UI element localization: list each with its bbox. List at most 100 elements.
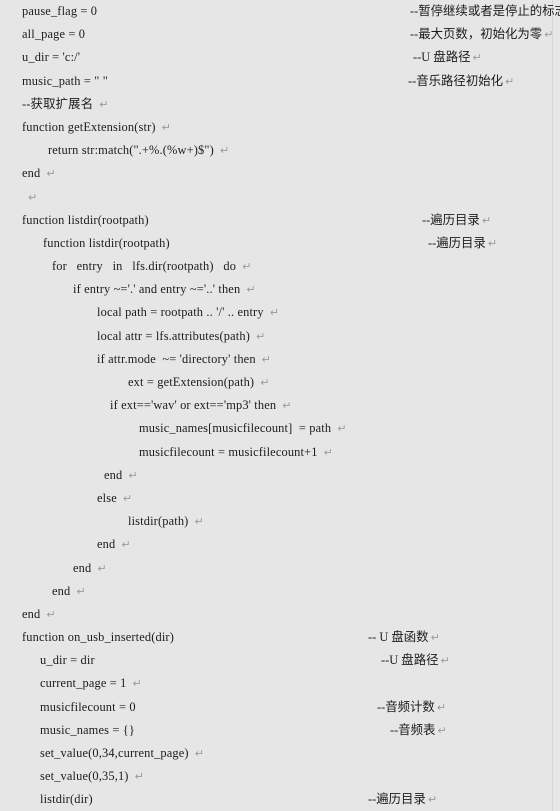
code-line: u_dir = dir --U 盘路径 ↵ bbox=[0, 649, 560, 672]
inline-comment: -- U 盘函数 ↵ bbox=[368, 630, 440, 645]
code-text: music_names[musicfilecount] = path ↵ bbox=[139, 421, 347, 436]
paragraph-mark: ↵ bbox=[128, 468, 138, 482]
paragraph-mark: ↵ bbox=[481, 213, 492, 227]
paragraph-mark: ↵ bbox=[46, 167, 56, 181]
inline-comment: --遍历目录 ↵ bbox=[428, 235, 498, 250]
code-text: end ↵ bbox=[104, 467, 138, 482]
code-text: return str:match(".+%.(%w+)$") ↵ bbox=[48, 143, 230, 158]
paragraph-mark: ↵ bbox=[282, 399, 292, 413]
code-line: ↵ bbox=[0, 186, 560, 209]
paragraph-mark: ↵ bbox=[437, 723, 447, 737]
paragraph-mark: ↵ bbox=[161, 120, 172, 134]
paragraph-mark: ↵ bbox=[544, 28, 554, 42]
code-line: musicfilecount = 0 --音频计数 ↵ bbox=[0, 696, 560, 719]
code-text: end ↵ bbox=[97, 537, 131, 552]
document-page: pause_flag = 0 --暂停继续或者是停止的标志位↵ all_page =… bbox=[0, 0, 560, 811]
inline-comment: --最大页数，初始化为零 ↵ bbox=[410, 27, 554, 42]
code-line: local attr = lfs.attributes(path) ↵ bbox=[0, 325, 560, 348]
code-text: end ↵ bbox=[22, 166, 56, 181]
code-text: function on_usb_inserted(dir) bbox=[22, 630, 174, 645]
code-line: end ↵ bbox=[0, 580, 560, 603]
code-line: pause_flag = 0 --暂停继续或者是停止的标志位↵ bbox=[0, 0, 560, 23]
code-text: all_page = 0 bbox=[22, 27, 86, 42]
paragraph-mark: ↵ bbox=[430, 631, 440, 645]
code-text: for entry in lfs.dir(rootpath) do ↵ bbox=[52, 259, 252, 274]
code-text: end ↵ bbox=[52, 583, 86, 598]
inline-comment: --U 盘路径 ↵ bbox=[413, 50, 482, 65]
code-line: function listdir(rootpath) --遍历目录 ↵ bbox=[0, 232, 560, 255]
paragraph-mark: ↵ bbox=[46, 607, 56, 621]
code-line: function listdir(rootpath) --遍历目录 ↵ bbox=[0, 209, 560, 232]
paragraph-mark: ↵ bbox=[194, 747, 205, 760]
code-text: music_path = " " bbox=[22, 73, 108, 88]
code-text: --获取扩展名 ↵ bbox=[22, 96, 109, 111]
code-line: if entry ~='.' and entry ~='..' then ↵ bbox=[0, 278, 560, 301]
paragraph-mark: ↵ bbox=[194, 515, 204, 529]
code-text: end ↵ bbox=[22, 606, 56, 621]
paragraph-mark: ↵ bbox=[487, 236, 498, 250]
paragraph-mark: ↵ bbox=[97, 561, 107, 575]
code-text: set_value(0,35,1) ↵ bbox=[40, 769, 144, 784]
paragraph-mark: ↵ bbox=[261, 352, 272, 366]
code-line: music_names = {} --音频表 ↵ bbox=[0, 719, 560, 742]
code-line: function getExtension(str) ↵ bbox=[0, 116, 560, 139]
code-line: return str:match(".+%.(%w+)$") ↵ bbox=[0, 139, 560, 162]
code-text: u_dir = 'c:/' bbox=[22, 50, 81, 65]
code-text: u_dir = dir bbox=[40, 653, 95, 668]
inline-comment: --U 盘路径 ↵ bbox=[381, 653, 450, 668]
code-text: musicfilecount = musicfilecount+1 ↵ bbox=[139, 444, 333, 459]
code-line: u_dir = 'c:/' --U 盘路径 ↵ bbox=[0, 46, 560, 69]
inline-comment: --音乐路径初始化 ↵ bbox=[408, 73, 515, 88]
code-line: else ↵ bbox=[0, 487, 560, 510]
paragraph-mark: ↵ bbox=[472, 51, 482, 65]
code-text: local path = rootpath .. '/' .. entry ↵ bbox=[97, 305, 280, 320]
code-text: ext = getExtension(path) ↵ bbox=[128, 375, 270, 389]
code-text: end ↵ bbox=[73, 560, 107, 575]
code-line: local path = rootpath .. '/' .. entry ↵ bbox=[0, 301, 560, 324]
paragraph-mark: ↵ bbox=[323, 445, 333, 459]
code-line: musicfilecount = musicfilecount+1 ↵ bbox=[0, 441, 560, 464]
inline-comment: --遍历目录 ↵ bbox=[368, 792, 438, 807]
paragraph-mark: ↵ bbox=[242, 260, 252, 274]
paragraph-mark: ↵ bbox=[99, 97, 109, 111]
code-line: end ↵ bbox=[0, 557, 560, 580]
code-line: end ↵ bbox=[0, 603, 560, 626]
code-text: else ↵ bbox=[97, 490, 133, 505]
code-line: --获取扩展名 ↵ bbox=[0, 93, 560, 116]
paragraph-mark: ↵ bbox=[505, 74, 515, 88]
paragraph-mark: ↵ bbox=[427, 793, 438, 807]
code-text: set_value(0,34,current_page) ↵ bbox=[40, 746, 205, 760]
code-line: end ↵ bbox=[0, 533, 560, 556]
paragraph-mark: ↵ bbox=[256, 329, 266, 343]
inline-comment: --音频表 ↵ bbox=[390, 722, 447, 737]
code-text: function listdir(rootpath) bbox=[22, 212, 149, 227]
paragraph-mark: ↵ bbox=[219, 144, 230, 158]
paragraph-mark: ↵ bbox=[134, 770, 144, 784]
paragraph-mark: ↵ bbox=[440, 654, 450, 668]
paragraph-mark: ↵ bbox=[246, 283, 256, 297]
paragraph-mark: ↵ bbox=[132, 677, 142, 691]
code-line: current_page = 1 ↵ bbox=[0, 672, 560, 695]
inline-comment: --遍历目录 ↵ bbox=[422, 212, 492, 227]
code-line: end ↵ bbox=[0, 464, 560, 487]
code-text: music_names = {} bbox=[40, 722, 135, 737]
paragraph-mark: ↵ bbox=[260, 376, 270, 389]
code-text: function getExtension(str) ↵ bbox=[22, 119, 172, 134]
code-line: for entry in lfs.dir(rootpath) do ↵ bbox=[0, 255, 560, 278]
paragraph-mark: ↵ bbox=[122, 491, 133, 505]
inline-comment: --音频计数 ↵ bbox=[377, 699, 447, 714]
paragraph-mark: ↵ bbox=[436, 700, 447, 714]
code-text: if attr.mode ~= 'directory' then ↵ bbox=[97, 351, 272, 366]
code-text: musicfilecount = 0 bbox=[40, 699, 136, 714]
paragraph-mark: ↵ bbox=[28, 190, 38, 204]
paragraph-mark: ↵ bbox=[76, 584, 86, 598]
code-text: pause_flag = 0 bbox=[22, 4, 98, 18]
code-listing: pause_flag = 0 --暂停继续或者是停止的标志位↵ all_page =… bbox=[0, 0, 560, 811]
code-text: if entry ~='.' and entry ~='..' then ↵ bbox=[73, 282, 256, 297]
code-text: function listdir(rootpath) bbox=[43, 235, 170, 250]
code-line: if attr.mode ~= 'directory' then ↵ bbox=[0, 348, 560, 371]
code-text: if ext=='wav' or ext=='mp3' then ↵ bbox=[110, 398, 292, 413]
code-text: current_page = 1 ↵ bbox=[40, 676, 142, 691]
paragraph-mark: ↵ bbox=[269, 306, 280, 320]
code-text: local attr = lfs.attributes(path) ↵ bbox=[97, 328, 266, 343]
